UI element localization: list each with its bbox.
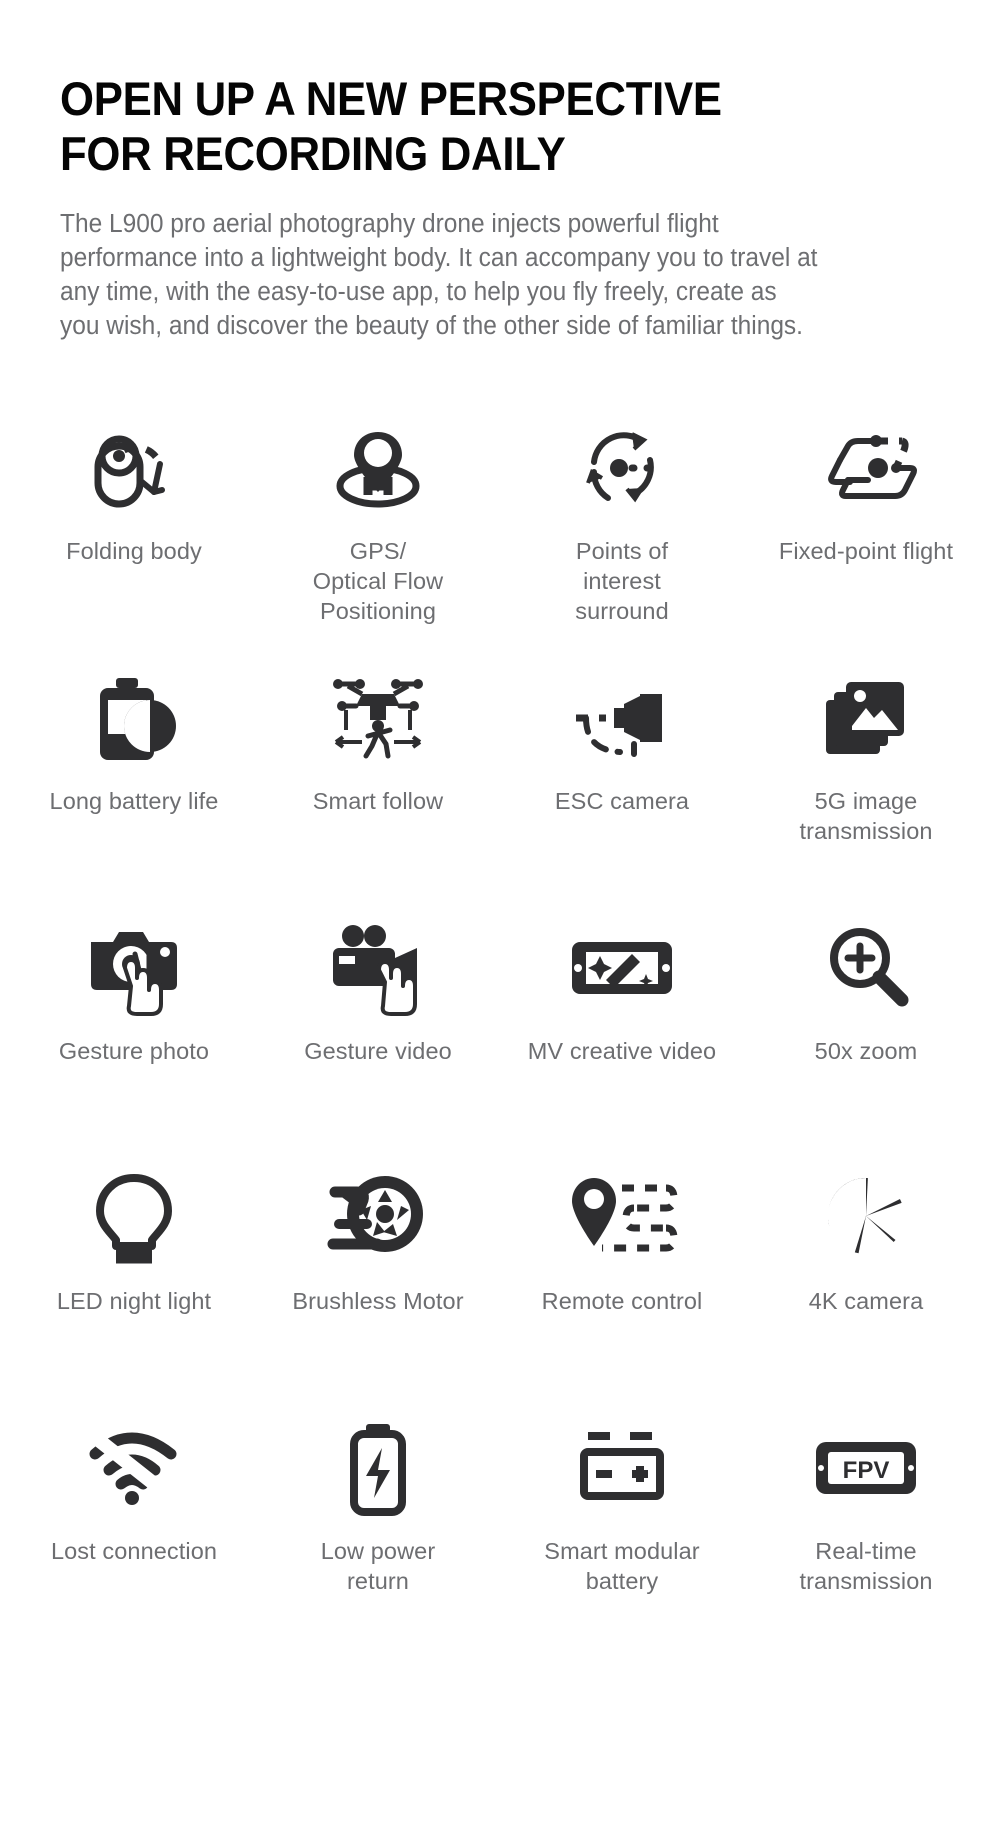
feature-item: FPV Real-time transmission [744, 1414, 988, 1664]
image-transmission-icon [806, 670, 926, 766]
header-section: OPEN UP A NEW PERSPECTIVE FOR RECORDING … [0, 0, 1000, 344]
feature-label: Remote control [541, 1287, 703, 1314]
feature-label: Folding body [66, 537, 202, 564]
folding-body-icon [74, 420, 194, 516]
feature-label: Gesture photo [58, 1037, 210, 1064]
fpv-screen-icon: FPV [806, 1420, 926, 1516]
feature-item: ESC camera [500, 664, 744, 914]
modular-battery-icon [562, 1420, 682, 1516]
feature-item: 4K camera [744, 1164, 988, 1414]
feature-item: 5G image transmission [744, 664, 988, 914]
feature-label: Brushless Motor [292, 1287, 464, 1314]
feature-label: Real-time transmission [799, 1537, 933, 1594]
points-of-interest-surround-icon [562, 420, 682, 516]
battery-life-icon [74, 670, 194, 766]
esc-camera-icon [562, 670, 682, 766]
feature-grid: Folding body GPS/ Optical Flow Positioni… [0, 414, 1000, 1664]
feature-item: Points of interest surround [500, 414, 744, 664]
feature-label: LED night light [56, 1287, 212, 1314]
feature-label: Lost connection [50, 1537, 218, 1564]
feature-label: 4K camera [808, 1287, 924, 1314]
feature-label: Gesture video [304, 1037, 452, 1064]
feature-item: Remote control [500, 1164, 744, 1414]
feature-label: Long battery life [49, 787, 219, 814]
fixed-point-flight-icon [806, 420, 926, 516]
gesture-video-icon [318, 920, 438, 1016]
feature-item: Lost connection [12, 1414, 256, 1664]
page-title: OPEN UP A NEW PERSPECTIVE FOR RECORDING … [60, 72, 722, 180]
feature-item: Brushless Motor [256, 1164, 500, 1414]
feature-item: Fixed-point flight [744, 414, 988, 664]
feature-label: 50x zoom [814, 1037, 918, 1064]
feature-item: GPS/ Optical Flow Positioning [256, 414, 500, 664]
remote-control-route-icon [562, 1170, 682, 1266]
feature-label: 5G image transmission [799, 787, 933, 844]
camera-shutter-icon [806, 1170, 926, 1266]
smart-follow-icon [318, 670, 438, 766]
feature-label: Smart follow [312, 787, 444, 814]
feature-label: Fixed-point flight [778, 537, 954, 564]
feature-label: Low power return [320, 1537, 436, 1594]
gps-optical-flow-icon [318, 420, 438, 516]
feature-item: Gesture video [256, 914, 500, 1164]
gesture-photo-icon [74, 920, 194, 1016]
fpv-text: FPV [843, 1457, 890, 1484]
feature-item: MV creative video [500, 914, 744, 1164]
feature-item: 50x zoom [744, 914, 988, 1164]
page-description: The L900 pro aerial photography drone in… [60, 209, 818, 340]
feature-label: Points of interest surround [575, 537, 669, 624]
feature-label: MV creative video [527, 1037, 717, 1064]
feature-item: Folding body [12, 414, 256, 664]
product-feature-page: OPEN UP A NEW PERSPECTIVE FOR RECORDING … [0, 0, 1000, 1847]
feature-item: Low power return [256, 1414, 500, 1664]
lost-connection-wifi-icon [74, 1420, 194, 1516]
feature-item: Smart modular battery [500, 1414, 744, 1664]
low-power-battery-icon [318, 1420, 438, 1516]
feature-label: Smart modular battery [544, 1537, 700, 1594]
brushless-motor-icon [318, 1170, 438, 1266]
zoom-in-icon [806, 920, 926, 1016]
feature-item: Long battery life [12, 664, 256, 914]
feature-label: ESC camera [554, 787, 690, 814]
feature-item: LED night light [12, 1164, 256, 1414]
feature-label: GPS/ Optical Flow Positioning [312, 537, 444, 624]
led-light-bulb-icon [74, 1170, 194, 1266]
feature-item: Smart follow [256, 664, 500, 914]
mv-creative-video-icon [562, 920, 682, 1016]
feature-item: Gesture photo [12, 914, 256, 1164]
